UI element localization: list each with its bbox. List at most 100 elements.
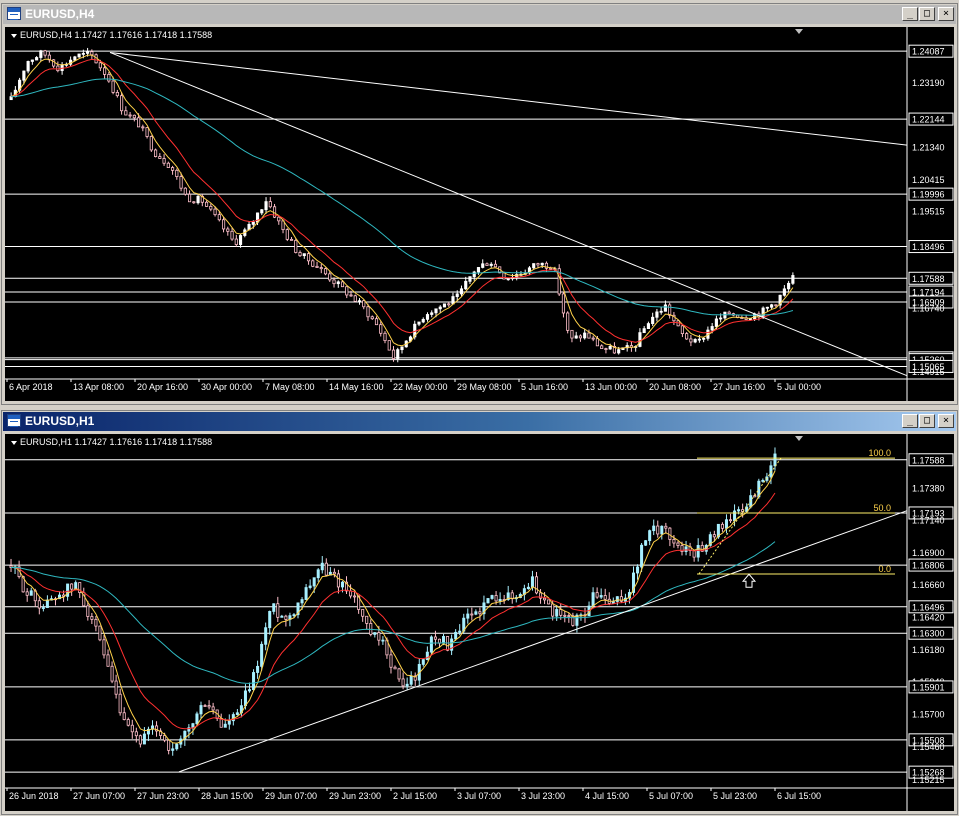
candle-body	[115, 91, 119, 97]
price-axis-label: 1.20415	[912, 175, 945, 185]
candle-body	[644, 540, 648, 546]
price-axis-label: 1.16900	[912, 548, 945, 558]
candle-body	[315, 265, 319, 268]
chart-window-h1[interactable]: EURUSD,H1 _ □ × 100.0 50.0 0.0 1.17588 1.173…	[1, 410, 958, 815]
candle-body	[308, 585, 312, 588]
chart-shift-marker-icon	[795, 29, 803, 34]
candle-body	[748, 318, 752, 321]
candle-body	[498, 599, 502, 602]
price-axis-label: 1.15901	[912, 682, 945, 692]
candle-body	[638, 332, 642, 347]
candle-body	[474, 611, 478, 615]
candle-body	[642, 328, 646, 334]
candle-body	[526, 586, 530, 590]
maximize-button[interactable]: □	[919, 414, 935, 428]
time-axis-label: 28 Jun 15:00	[201, 791, 253, 801]
candle-body	[39, 50, 43, 58]
candle-body	[30, 59, 34, 62]
candle-body	[94, 618, 98, 627]
candle-body	[425, 651, 429, 661]
candle-body	[316, 569, 320, 579]
window-titlebar[interactable]: EURUSD,H1 _ □ ×	[3, 412, 956, 431]
candle-body	[98, 62, 102, 69]
price-axis-label: 1.17140	[912, 516, 945, 526]
close-button[interactable]: ×	[938, 414, 954, 428]
candle-body	[454, 631, 458, 640]
candle-body	[464, 280, 468, 290]
chart-svg[interactable]: 1.24087 1.23190 1.22144 1.21340 1.20415 1.199…	[5, 27, 954, 401]
candle-body	[260, 643, 264, 667]
candle-body	[689, 338, 693, 343]
candle-body	[349, 294, 353, 297]
price-axis-label: 1.16740	[912, 303, 945, 313]
candle-body	[615, 596, 619, 602]
candle-body	[442, 636, 446, 644]
dropdown-triangle-icon	[11, 34, 17, 38]
price-chart[interactable]: 1.24087 1.23190 1.22144 1.21340 1.20415 1.199…	[5, 27, 954, 401]
minimize-button[interactable]: _	[902, 7, 918, 21]
candle-body	[300, 599, 304, 604]
candle-body	[458, 630, 462, 633]
candle-body	[221, 219, 226, 230]
candle-body	[421, 659, 425, 665]
candle-body	[536, 263, 540, 266]
candle-body	[433, 636, 437, 640]
candle-body	[664, 525, 668, 529]
symbol-info-text: EURUSD,H1 1.17427 1.17616 1.17418 1.1758…	[20, 437, 212, 447]
chart-window-h4[interactable]: EURUSD,H4 _ □ × 1.24087 1.23190 1.22144 1.2…	[1, 3, 958, 405]
candle-body	[280, 615, 284, 618]
candle-body	[787, 282, 791, 290]
window-titlebar[interactable]: EURUSD,H4 _ □ ×	[3, 5, 956, 24]
candle-body	[684, 546, 688, 552]
candle-body	[489, 263, 493, 266]
candle-body	[29, 590, 33, 596]
price-chart[interactable]: 100.0 50.0 0.0 1.17588 1.17380 1.17193 1.17140…	[5, 434, 954, 811]
candle-body	[73, 56, 77, 61]
price-axis-label: 1.15215	[912, 775, 945, 785]
candle-body	[532, 263, 536, 269]
time-axis-label: 7 May 08:00	[265, 382, 315, 392]
candle-body	[251, 221, 255, 225]
candle-body	[696, 545, 700, 558]
price-axis-label: 1.17380	[912, 483, 945, 493]
candle-body	[324, 562, 328, 576]
candle-body	[256, 665, 260, 673]
candle-body	[591, 337, 595, 340]
price-axis-label: 1.21340	[912, 143, 945, 153]
candle-body	[86, 605, 90, 617]
chart-svg[interactable]: 100.050.00.01.175881.173801.171931.17140…	[5, 434, 954, 811]
close-button[interactable]: ×	[938, 7, 954, 21]
candle-body	[203, 705, 207, 707]
candle-body	[640, 544, 644, 568]
price-axis-label: 1.15460	[912, 742, 945, 752]
candle-body	[648, 530, 652, 542]
candle-body	[98, 625, 102, 641]
candle-body	[126, 719, 130, 726]
candle-body	[710, 326, 714, 331]
candle-body	[421, 318, 425, 323]
candle-body	[243, 690, 247, 707]
candle-body	[43, 50, 47, 56]
candle-body	[319, 267, 323, 270]
time-axis-label: 26 Jun 2018	[9, 791, 59, 801]
window-title: EURUSD,H4	[25, 7, 95, 21]
candle-body	[145, 127, 149, 137]
candle-body	[235, 712, 239, 715]
minimize-button[interactable]: _	[902, 414, 918, 428]
candle-body	[659, 310, 663, 313]
candle-body	[374, 318, 379, 326]
candle-body	[540, 262, 544, 266]
candle-body	[636, 566, 640, 574]
maximize-button[interactable]: □	[919, 7, 935, 21]
candle-body	[724, 519, 728, 529]
trendline	[178, 510, 908, 773]
candle-body	[455, 293, 459, 297]
candle-body	[124, 110, 128, 116]
candle-body	[583, 332, 587, 339]
candle-body	[702, 337, 706, 340]
candle-body	[466, 613, 470, 619]
candle-body	[493, 263, 498, 268]
candle-body	[277, 216, 281, 222]
candle-body	[733, 510, 737, 522]
candle-body	[393, 666, 397, 670]
